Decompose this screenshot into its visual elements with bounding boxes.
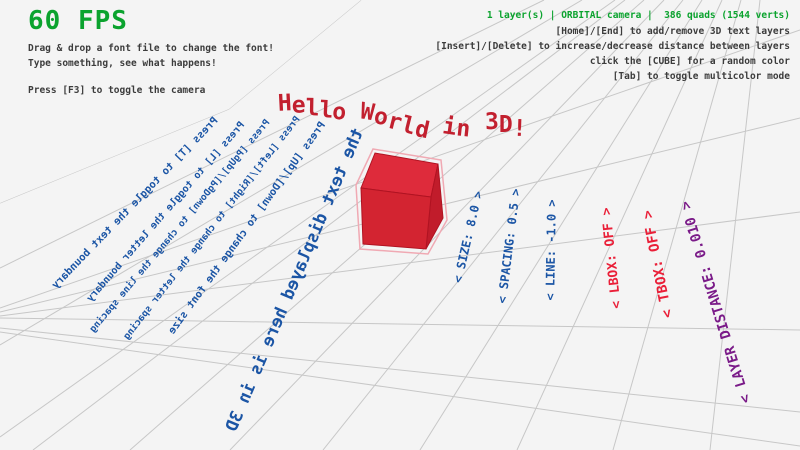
hint-multicolor-mode: [Tab] to toggle multicolor mode (435, 69, 790, 84)
hint-drop-font: Drag & drop a font file to change the fo… (28, 41, 274, 56)
fps-counter: 60 FPS (28, 8, 274, 34)
cube-front-face (361, 188, 431, 249)
hint-cube-color: click the [CUBE] for a random color (435, 54, 790, 69)
hint-add-remove-layers: [Home]/[End] to add/remove 3D text layer… (435, 24, 790, 39)
readout-line: < LINE: -1.0 > (543, 199, 559, 300)
hint-toggle-camera: Press [F3] to toggle the camera (28, 83, 274, 98)
hud-right-panel: 1 layer(s) | ORBITAL camera | 386 quads … (435, 8, 790, 84)
hint-layer-distance: [Insert]/[Delete] to increase/decrease d… (435, 39, 790, 54)
3d-viewport[interactable]: Press [T] to toggle the text boundary Pr… (0, 0, 800, 450)
hint-type-something: Type something, see what happens! (28, 56, 274, 71)
cube[interactable] (350, 140, 454, 260)
status-line: 1 layer(s) | ORBITAL camera | 386 quads … (435, 8, 790, 24)
hud-left-panel: 60 FPS Drag & drop a font file to change… (28, 8, 274, 98)
